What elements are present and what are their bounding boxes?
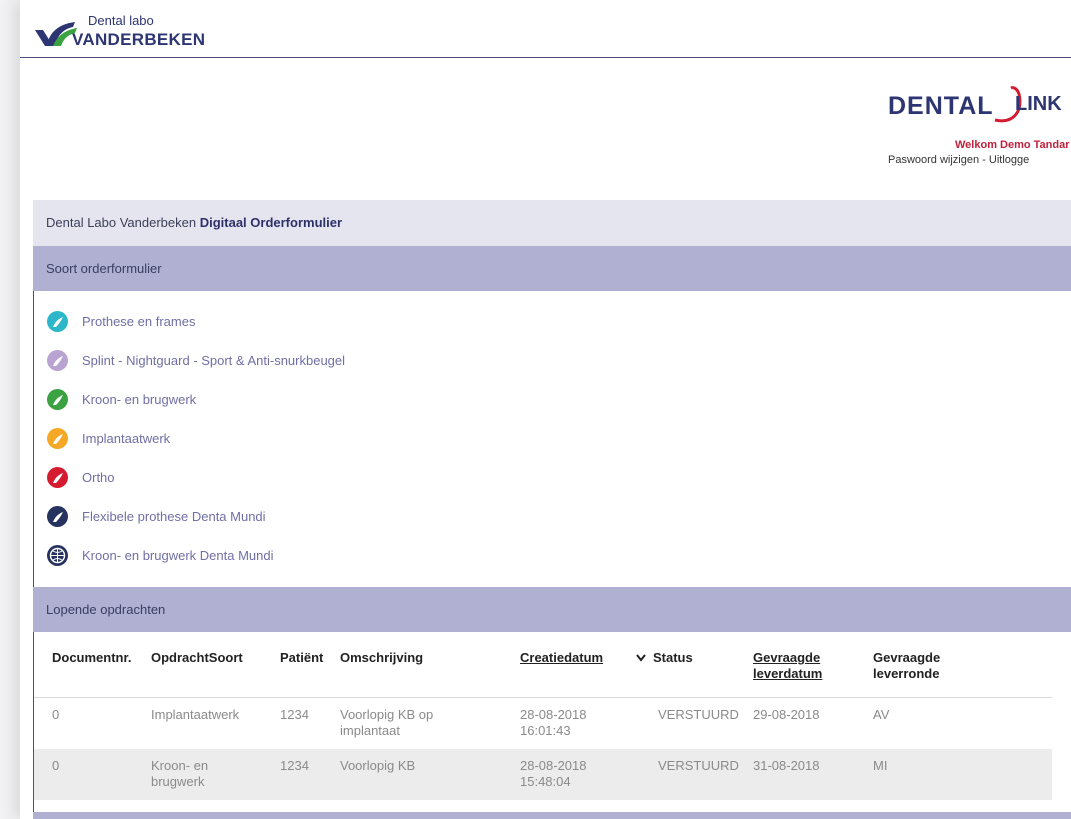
order-type-item[interactable]: Prothese en frames <box>47 310 195 332</box>
logo-title: VANDERBEKEN <box>72 30 206 49</box>
page: Dental labo VANDERBEKEN DENTAL LINK Welk… <box>20 0 1071 819</box>
cell-requested-date: 29-08-2018 <box>753 707 820 722</box>
table-row[interactable]: 0 Implantaatwerk 1234 Voorlopig KB op im… <box>34 698 1052 749</box>
col-requested-round[interactable]: Gevraagde leverronde <box>873 650 983 682</box>
order-type-label: Flexibele prothese Denta Mundi <box>82 508 266 524</box>
col-requested-date[interactable]: Gevraagde leverdatum <box>753 650 863 682</box>
cell-created: 28-08-2018 15:48:04 <box>520 758 587 789</box>
page-title-bold: Digitaal Orderformulier <box>199 215 343 230</box>
col-patient[interactable]: Patiënt <box>280 650 323 666</box>
order-type-item[interactable]: Implantaatwerk <box>47 427 170 449</box>
order-type-label: Implantaatwerk <box>82 430 171 446</box>
col-docnr[interactable]: Documentnr. <box>52 650 131 666</box>
logo-subtitle: Dental labo <box>88 13 154 28</box>
cell-docnr: 0 <box>52 758 60 773</box>
cell-created: 28-08-2018 16:01:43 <box>520 707 587 738</box>
order-type-label: Prothese en frames <box>82 313 196 329</box>
link-separator: - <box>979 154 989 166</box>
cell-description: Voorlopig KB op implantaat <box>340 707 434 738</box>
col-created[interactable]: Creatiedatum <box>520 650 603 666</box>
cell-type: Kroon- en brugwerk <box>151 758 209 789</box>
tooth-swoosh-icon <box>47 466 68 488</box>
cell-patient: 1234 <box>280 758 309 773</box>
cell-description: Voorlopig KB <box>340 758 416 773</box>
tooth-swoosh-icon <box>47 427 68 449</box>
order-type-label: Kroon- en brugwerk <box>82 391 197 407</box>
table-row[interactable]: 0 Kroon- en brugwerk 1234 Voorlopig KB 2… <box>34 749 1052 800</box>
page-title-prefix: Dental Labo Vanderbeken <box>46 215 200 230</box>
order-types-panel <box>33 291 1071 587</box>
order-type-label: Ortho <box>82 469 115 485</box>
dental-link-logo: DENTAL LINK <box>888 86 1071 130</box>
tooth-swoosh-icon <box>47 388 68 410</box>
order-type-item[interactable]: Ortho <box>47 466 115 488</box>
order-type-item[interactable]: Splint - Nightguard - Sport & Anti-snurk… <box>47 349 345 371</box>
account-links: Paswoord wijzigen - Uitlogge <box>888 154 1029 166</box>
brand-link-text: LINK <box>1015 93 1062 115</box>
cell-type: Implantaatwerk <box>151 707 240 722</box>
top-header: Dental labo VANDERBEKEN <box>20 0 1071 58</box>
order-types-title: Soort orderformulier <box>46 261 162 276</box>
globe-tooth-icon <box>47 544 68 566</box>
cell-requested-round: AV <box>873 707 890 722</box>
cell-requested-round: MI <box>873 758 888 773</box>
cell-status: VERSTUURD <box>658 707 739 722</box>
col-status[interactable]: Status <box>653 650 693 666</box>
bottom-bar <box>33 812 1071 819</box>
chevron-down-icon[interactable] <box>635 653 647 663</box>
cell-docnr: 0 <box>52 707 60 722</box>
order-type-label: Kroon- en brugwerk Denta Mundi <box>82 547 274 563</box>
order-type-item[interactable]: Kroon- en brugwerk <box>47 388 196 410</box>
order-type-item[interactable]: Flexibele prothese Denta Mundi <box>47 505 266 527</box>
cell-requested-date: 31-08-2018 <box>753 758 820 773</box>
page-title-bar: Dental Labo Vanderbeken Digitaal Orderfo… <box>33 200 1071 246</box>
col-description[interactable]: Omschrijving <box>340 650 423 666</box>
order-type-item[interactable]: Kroon- en brugwerk Denta Mundi <box>47 544 274 566</box>
tooth-swoosh-icon <box>47 310 68 332</box>
cell-status: VERSTUURD <box>658 758 739 773</box>
order-type-label: Splint - Nightguard - Sport & Anti-snurk… <box>82 352 346 368</box>
welcome-message: Welkom Demo Tandar <box>955 139 1070 151</box>
col-type[interactable]: OpdrachtSoort <box>151 650 243 666</box>
change-password-link[interactable]: Paswoord wijzigen <box>888 154 979 166</box>
cell-patient: 1234 <box>280 707 309 722</box>
running-orders-header: Lopende opdrachten <box>33 587 1071 632</box>
tooth-swoosh-icon <box>47 505 68 527</box>
brand-dental-text: DENTAL <box>888 92 994 120</box>
running-orders-title: Lopende opdrachten <box>46 602 166 617</box>
tooth-swoosh-icon <box>47 349 68 371</box>
logout-link[interactable]: Uitlogge <box>989 154 1029 166</box>
order-types-header: Soort orderformulier <box>33 246 1071 291</box>
page-title: Dental Labo Vanderbeken Digitaal Orderfo… <box>46 215 342 230</box>
